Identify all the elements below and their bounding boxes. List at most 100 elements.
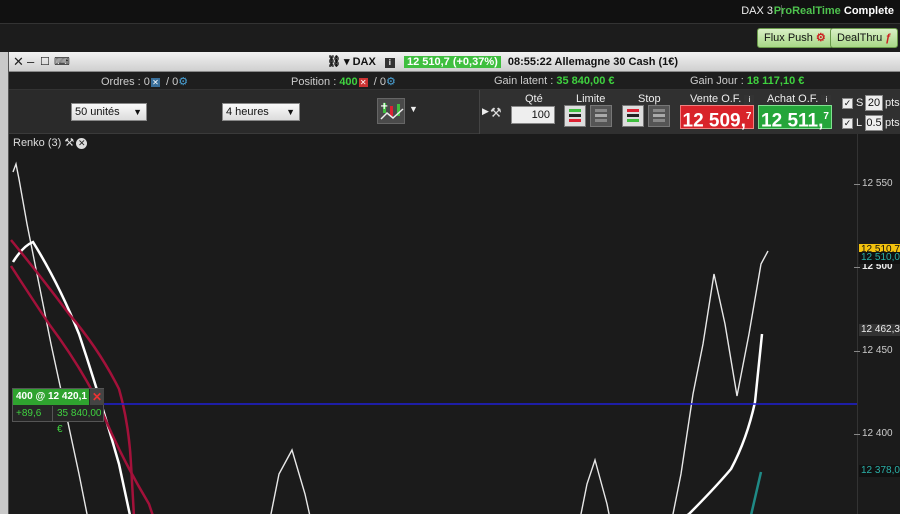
brand-label: ProRealTime Complete <box>774 5 894 17</box>
price-tick-mark <box>854 267 860 269</box>
limit-points-unit: pts <box>885 117 900 129</box>
info-icon[interactable]: i <box>821 95 832 105</box>
units-select[interactable]: 50 unités ▼ <box>71 103 147 121</box>
info-icon[interactable]: i <box>384 58 395 68</box>
dealthru-icon: ƒ <box>885 32 892 44</box>
cancel-orders-icon[interactable]: ✕ <box>150 78 160 87</box>
close-icon[interactable]: ✕ <box>76 138 88 149</box>
buy-button[interactable]: 12 511,7 <box>758 105 832 132</box>
info-icon[interactable]: i <box>744 95 755 105</box>
sell-button[interactable]: 12 509,7 <box>680 105 754 132</box>
limit-sell-button[interactable] <box>590 105 612 127</box>
close-position-icon[interactable]: ✕ <box>358 78 368 87</box>
timeframe-value: 4 heures <box>226 106 269 118</box>
ordres-label: Ordres : <box>101 76 141 88</box>
stop-points-input[interactable]: 20 <box>865 95 883 111</box>
position-label: Position : <box>291 76 337 88</box>
limit-checkbox[interactable]: ✓ <box>842 118 853 129</box>
ordres-stat[interactable]: Ordres : 0 ✕ / 0⚙ <box>101 75 188 88</box>
position-points: +89,6 <box>13 406 53 422</box>
indicator-name: Renko (3) <box>13 137 62 149</box>
instrument-link-icon[interactable]: ⛓ ▾ <box>327 56 350 68</box>
indicator-label[interactable]: Renko (3) ⚒ ✕ <box>13 136 88 149</box>
renko-series-line <box>580 457 610 514</box>
teal-indicator-segment <box>750 471 763 514</box>
buy-price: 12 511, <box>761 110 824 132</box>
price-tag: 12 378,0 <box>859 464 900 477</box>
stop-points-unit: pts <box>885 97 900 109</box>
limite-label: Limite <box>576 93 606 105</box>
order-panel: ▶ ⚒ Qté 100 Limite Stop Vente O.F. i Ach… <box>479 90 900 134</box>
minimize-icon[interactable]: – <box>27 54 34 69</box>
limit-checkbox-label: L <box>856 117 863 129</box>
limit-points-input[interactable]: 0.5 <box>865 115 883 131</box>
wrench-icon[interactable]: ⚒ <box>490 105 502 121</box>
position-header: 400 @ 12 420,1 <box>13 389 89 405</box>
window-title: ⛓ ▾ DAX i 12 510,7 (+0,37%) 08:55:22 All… <box>327 55 678 68</box>
gain-latent-stat: Gain latent : 35 840,00 € <box>494 75 615 87</box>
app-sub-bar: Flux Push ⚙ DealThru ƒ <box>0 24 900 52</box>
position-stat[interactable]: Position : 400 ✕ / 0⚙ <box>291 75 396 88</box>
limit-buy-button[interactable] <box>564 105 586 127</box>
ordres-count-a: 0 <box>143 76 150 88</box>
renko-series-line <box>672 250 769 514</box>
gain-jour-stat: Gain Jour : 18 117,10 € <box>690 75 804 87</box>
chart-window: ✕ – ☐ ⌨ ⛓ ▾ DAX i 12 510,7 (+0,37%) 08:5… <box>8 52 900 514</box>
units-value: 50 unités <box>75 106 120 118</box>
gain-jour-value: 18 117,10 € <box>746 75 805 87</box>
price-tick-mark <box>854 350 860 352</box>
vente-label-text: Vente O.F. <box>690 93 742 105</box>
price-axis[interactable]: 12 550 12 500 12 450 12 400 12 510,7 12 510,0… <box>854 134 900 514</box>
achat-label-text: Achat O.F. <box>767 93 819 105</box>
sell-price-decimal: 7 <box>745 111 752 122</box>
stop-checkbox[interactable]: ✓ <box>842 98 853 109</box>
maximize-icon[interactable]: ☐ <box>40 55 50 68</box>
price-tick-mark <box>854 184 860 185</box>
time-instrument-label: 08:55:22 Allemagne 30 Cash (1€) <box>507 56 679 68</box>
brand-complete: Complete <box>843 5 894 17</box>
chevron-down-icon: ▼ <box>133 107 142 117</box>
dealthru-label: DealThru <box>837 32 883 44</box>
close-icon[interactable]: ✕ <box>13 54 24 70</box>
position-box[interactable]: 400 @ 12 420,1 ✕ +89,6 35 840,00 € <box>12 388 104 435</box>
instrument-name[interactable]: DAX <box>353 56 376 68</box>
chevron-down-icon: ▼ <box>286 107 295 117</box>
gain-latent-value: 35 840,00 € <box>556 75 615 87</box>
position-value: 400 <box>339 76 358 88</box>
qty-label: Qté <box>525 93 543 105</box>
window-title-bar: ✕ – ☐ ⌨ ⛓ ▾ DAX i 12 510,7 (+0,37%) 08:5… <box>9 52 900 72</box>
gear-icon[interactable]: ⚙ <box>178 76 188 88</box>
gain-jour-label: Gain Jour : <box>690 75 744 87</box>
gear-icon[interactable]: ⚙ <box>386 76 396 88</box>
close-position-icon[interactable]: ✕ <box>90 389 104 405</box>
chart-type-icon[interactable]: + <box>377 98 405 124</box>
flux-push-label: Flux Push <box>764 32 813 44</box>
fast-moving-average <box>686 333 764 514</box>
stop-buy-button[interactable] <box>622 105 644 127</box>
wrench-icon[interactable]: ⚒ <box>64 137 74 149</box>
chevron-down-icon[interactable]: ▼ <box>409 104 418 114</box>
stop-sell-button[interactable] <box>648 105 670 127</box>
quote-badge: 12 510,7 (+0,37%) <box>403 56 501 68</box>
svg-text:+: + <box>380 101 388 112</box>
brand-prorealtime: ProRealTime <box>773 5 841 17</box>
sell-price: 12 509, <box>682 110 746 132</box>
buy-price-decimal: 7 <box>823 111 829 122</box>
timeframe-select[interactable]: 4 heures ▼ <box>222 103 300 121</box>
flux-push-button[interactable]: Flux Push ⚙ <box>757 28 833 48</box>
price-tick-label: 12 450 <box>862 344 893 356</box>
renko-series-line <box>12 161 88 514</box>
chart-canvas <box>9 161 857 514</box>
price-chart[interactable]: Renko (3) ⚒ ✕ 400 @ 12 420,1 ✕ +89,6 35 8… <box>9 134 900 514</box>
stop-checkbox-label: S <box>856 97 864 109</box>
qty-input[interactable]: 100 <box>511 106 555 124</box>
chevron-right-icon[interactable]: ▶ <box>482 106 489 117</box>
price-tag: 12 510,0 <box>859 252 900 265</box>
price-tick-label: 12 400 <box>862 428 893 439</box>
position-gain: 35 840,00 € <box>57 408 102 435</box>
keyboard-icon[interactable]: ⌨ <box>54 55 70 68</box>
dealthru-button[interactable]: DealThru ƒ <box>830 28 899 48</box>
gain-latent-label: Gain latent : <box>494 75 554 87</box>
price-tick-mark <box>854 434 860 435</box>
background-strip <box>0 52 8 514</box>
